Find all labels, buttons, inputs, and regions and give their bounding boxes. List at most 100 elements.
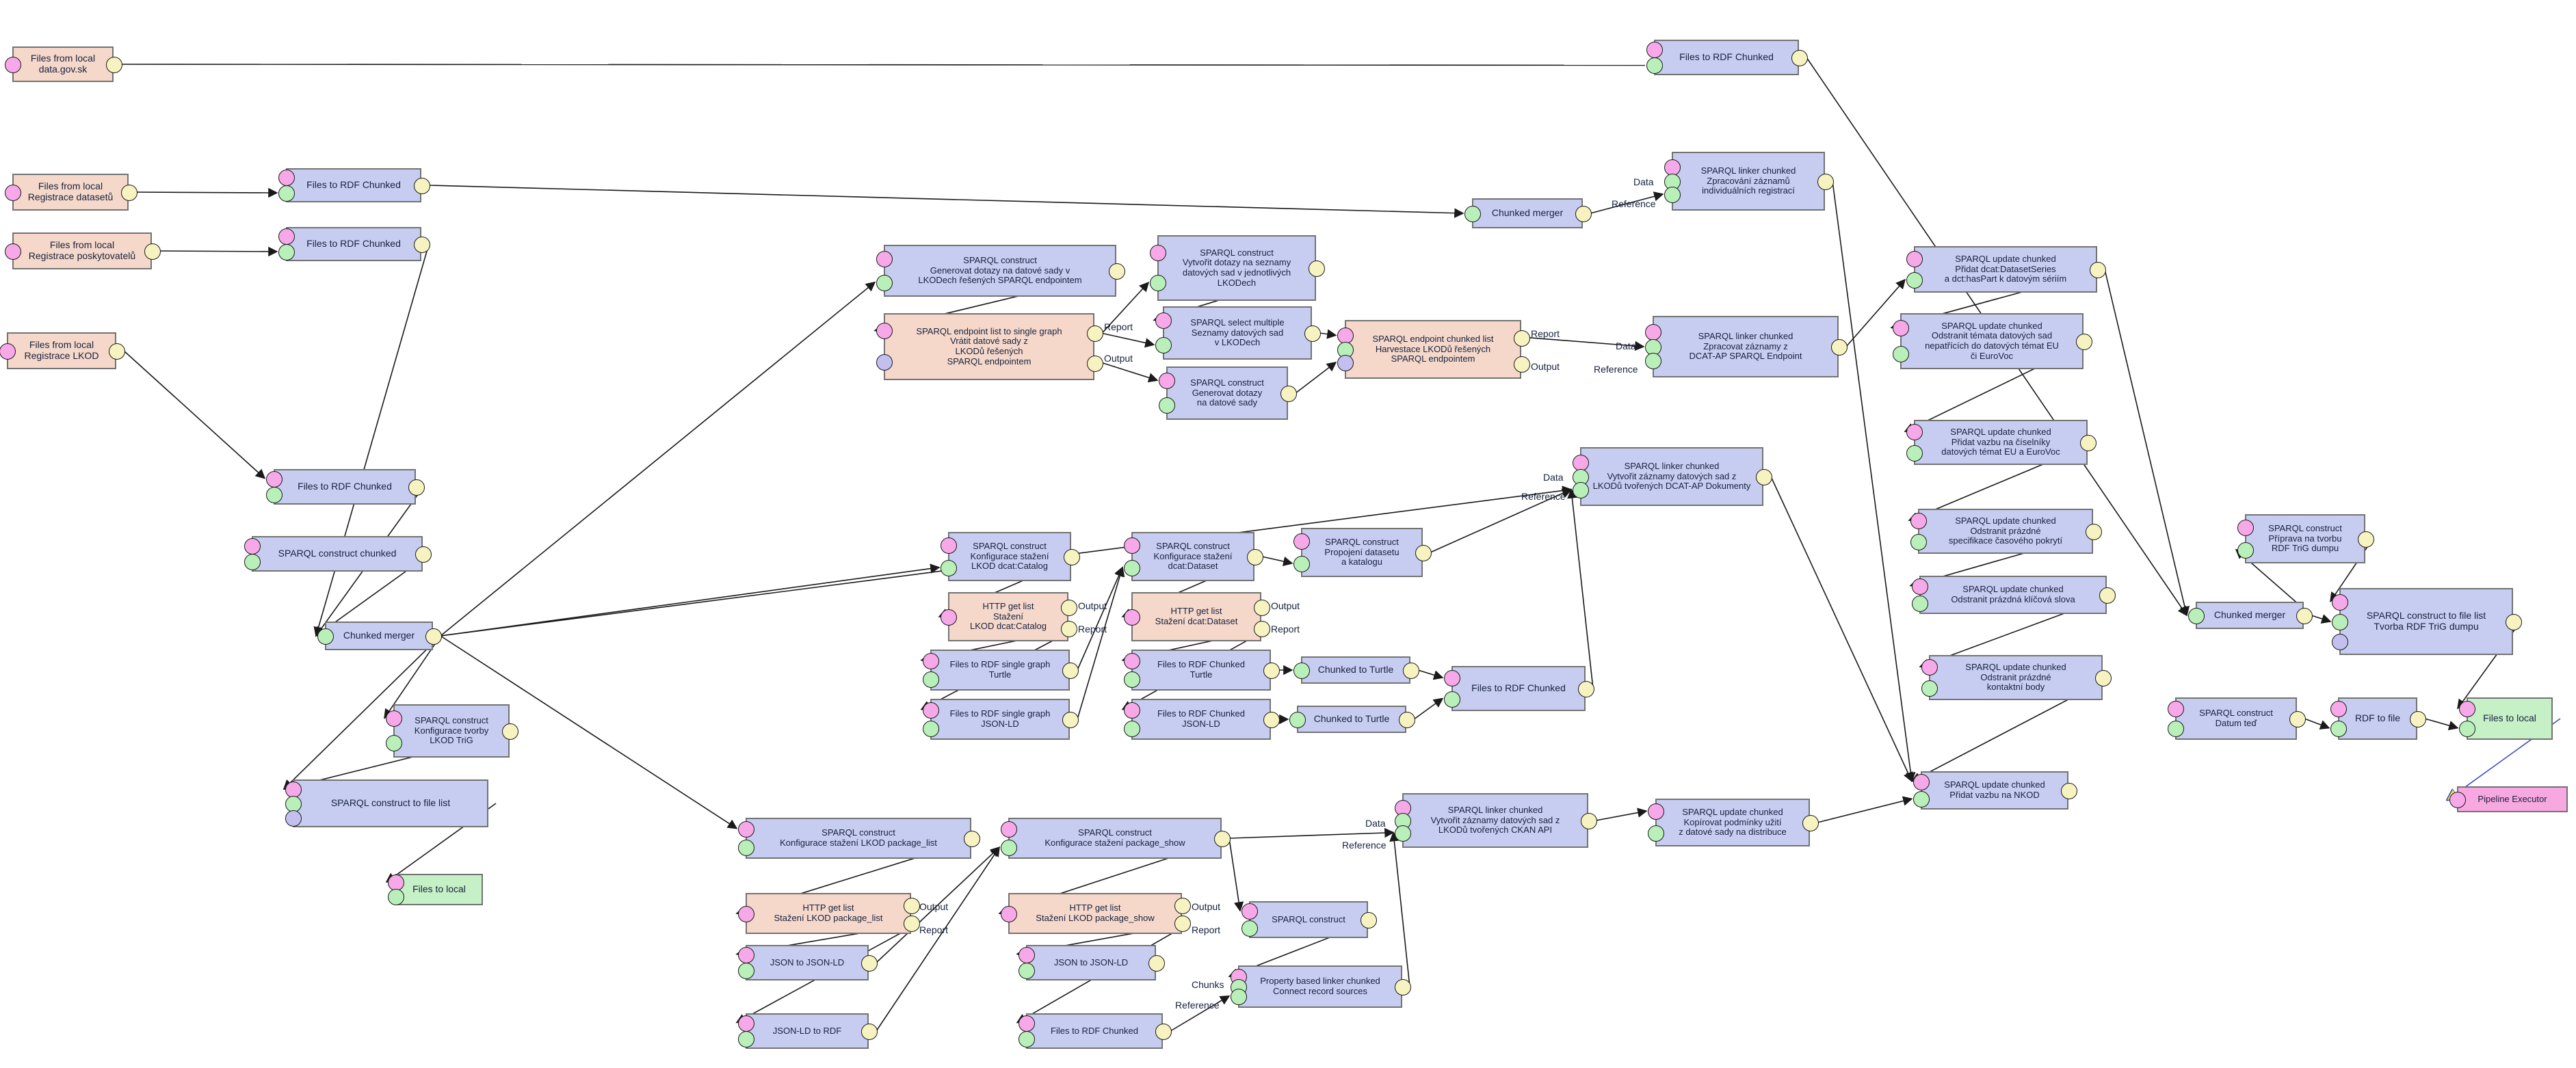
node-port-green[interactable] <box>2330 720 2347 737</box>
node-port-yellow[interactable] <box>1831 339 1848 356</box>
node-port-yellow[interactable] <box>904 916 920 933</box>
pipeline-node[interactable]: SPARQL endpoint chunked list Harvestace … <box>1345 320 1521 379</box>
node-port-pink[interactable] <box>5 57 21 73</box>
pipeline-node[interactable]: SPARQL endpoint list to single graph Vrá… <box>884 313 1094 380</box>
node-port-yellow[interactable] <box>502 723 518 740</box>
node-port-pink[interactable] <box>1910 513 1927 530</box>
pipeline-edge[interactable] <box>159 246 278 257</box>
node-port-green[interactable] <box>876 274 893 291</box>
pipeline-edge[interactable] <box>1845 278 1906 347</box>
pipeline-node[interactable]: HTTP get list Stažení LKOD package_show <box>1008 893 1182 934</box>
pipeline-node[interactable]: JSON to JSON-LD <box>746 945 869 980</box>
pipeline-node[interactable]: SPARQL construct Příprava na tvorbu RDF … <box>2245 514 2365 563</box>
node-port-pink[interactable] <box>2237 519 2254 536</box>
node-port-yellow[interactable] <box>1802 815 1819 831</box>
node-port-yellow[interactable] <box>1061 621 1077 638</box>
node-port-green[interactable] <box>278 185 295 202</box>
pipeline-edge[interactable] <box>2424 718 2459 731</box>
pipeline-node[interactable]: Files to RDF single graph Turtle <box>930 650 1070 691</box>
pipeline-canvas[interactable]: Files from local data.gov.sk Files from l… <box>0 0 2576 1068</box>
node-port-yellow[interactable] <box>1514 356 1530 373</box>
pipeline-node[interactable]: Files to RDF Chunked Turtle <box>1131 650 1271 691</box>
pipeline-node[interactable]: SPARQL update chunked Odstranit prázdné … <box>1929 655 2103 700</box>
pipeline-edge[interactable] <box>1770 476 1913 783</box>
node-port-pink[interactable] <box>1906 250 1923 267</box>
node-port-yellow[interactable] <box>1817 174 1834 190</box>
node-port-yellow[interactable] <box>2099 587 2116 604</box>
node-port-green[interactable] <box>1231 988 1247 1005</box>
node-port-pink[interactable] <box>2459 701 2475 718</box>
node-port-green[interactable] <box>1645 352 1661 369</box>
node-port-pink[interactable] <box>1018 1015 1035 1032</box>
node-port-pink[interactable] <box>2449 792 2466 808</box>
node-port-pink[interactable] <box>5 185 21 201</box>
node-port-yellow[interactable] <box>408 479 425 496</box>
node-port-pink[interactable] <box>2168 701 2184 718</box>
node-port-pink[interactable] <box>1293 533 1310 550</box>
node-port-pink[interactable] <box>1124 702 1140 719</box>
node-port-yellow[interactable] <box>425 628 442 645</box>
pipeline-node[interactable]: Chunked merger <box>2196 602 2304 629</box>
node-port-yellow[interactable] <box>1087 355 1103 372</box>
node-port-yellow[interactable] <box>861 1024 878 1040</box>
pipeline-node[interactable]: SPARQL construct chunked <box>252 536 423 572</box>
node-port-yellow[interactable] <box>1155 1024 1172 1040</box>
node-port-green[interactable] <box>1293 663 1310 679</box>
pipeline-edge[interactable] <box>120 64 1646 66</box>
pipeline-edge[interactable] <box>1101 332 1155 348</box>
node-port-yellow[interactable] <box>1395 979 1411 996</box>
pipeline-node[interactable]: Files from local Registrace LKOD <box>7 332 116 369</box>
node-port-green[interactable] <box>1910 533 1927 550</box>
node-port-green[interactable] <box>1893 346 1909 363</box>
node-port-yellow[interactable] <box>1581 813 1597 829</box>
node-port-pink[interactable] <box>5 243 21 260</box>
node-port-green[interactable] <box>1155 337 1172 354</box>
node-port-pink[interactable] <box>923 702 939 719</box>
pipeline-node[interactable]: SPARQL linker chunked Zpracování záznamů… <box>1672 152 1825 211</box>
node-port-yellow[interactable] <box>2076 334 2092 350</box>
node-port-pink[interactable] <box>738 1015 754 1032</box>
pipeline-edge[interactable] <box>1389 831 1410 987</box>
pipeline-node[interactable]: RDF to file <box>2338 697 2417 740</box>
node-port-purple[interactable] <box>876 353 893 371</box>
node-port-yellow[interactable] <box>414 237 430 253</box>
node-port-green[interactable] <box>2459 720 2475 737</box>
node-port-pink[interactable] <box>1444 670 1460 687</box>
pipeline-node[interactable]: SPARQL construct Konfigurace tvorby LKOD… <box>393 704 510 758</box>
pipeline-edge[interactable] <box>1228 838 1244 912</box>
node-port-yellow[interactable] <box>121 185 137 201</box>
node-port-yellow[interactable] <box>1148 955 1165 972</box>
node-port-yellow[interactable] <box>144 243 161 260</box>
node-port-green[interactable] <box>1124 671 1140 689</box>
node-port-pink[interactable] <box>738 946 754 963</box>
node-port-purple[interactable] <box>285 810 302 827</box>
pipeline-edge[interactable] <box>1077 566 1124 671</box>
node-port-green[interactable] <box>1444 691 1460 708</box>
node-port-yellow[interactable] <box>1109 263 1125 280</box>
pipeline-edge[interactable] <box>2311 614 2332 624</box>
pipeline-edge[interactable] <box>2304 718 2330 730</box>
node-port-yellow[interactable] <box>2506 614 2522 630</box>
pipeline-edge[interactable] <box>1077 566 1125 720</box>
node-port-green[interactable] <box>1124 721 1140 738</box>
node-port-green[interactable] <box>1159 397 1175 414</box>
pipeline-node[interactable]: SPARQL linker chunked Zpracovat záznamy … <box>1653 316 1839 377</box>
node-port-pink[interactable] <box>1913 773 1930 790</box>
node-port-yellow[interactable] <box>2061 783 2077 799</box>
node-port-green[interactable] <box>388 889 404 906</box>
node-port-pink[interactable] <box>0 343 16 360</box>
node-port-yellow[interactable] <box>1756 469 1772 485</box>
pipeline-node[interactable]: SPARQL construct Datum teď <box>2175 697 2297 740</box>
pipeline-node[interactable]: Files to RDF Chunked <box>1026 1013 1163 1049</box>
node-port-green[interactable] <box>278 244 295 261</box>
node-port-yellow[interactable] <box>414 178 430 194</box>
pipeline-node[interactable]: Chunked to Turtle <box>1297 706 1406 733</box>
node-port-pink[interactable] <box>266 470 282 488</box>
node-port-pink[interactable] <box>1912 578 1928 595</box>
node-port-yellow[interactable] <box>1254 599 1270 616</box>
node-port-yellow[interactable] <box>1062 663 1079 679</box>
node-port-yellow[interactable] <box>1174 898 1191 914</box>
node-port-yellow[interactable] <box>861 955 878 972</box>
node-port-pink[interactable] <box>2330 701 2347 718</box>
pipeline-node[interactable]: Files to RDF Chunked <box>1451 666 1586 711</box>
